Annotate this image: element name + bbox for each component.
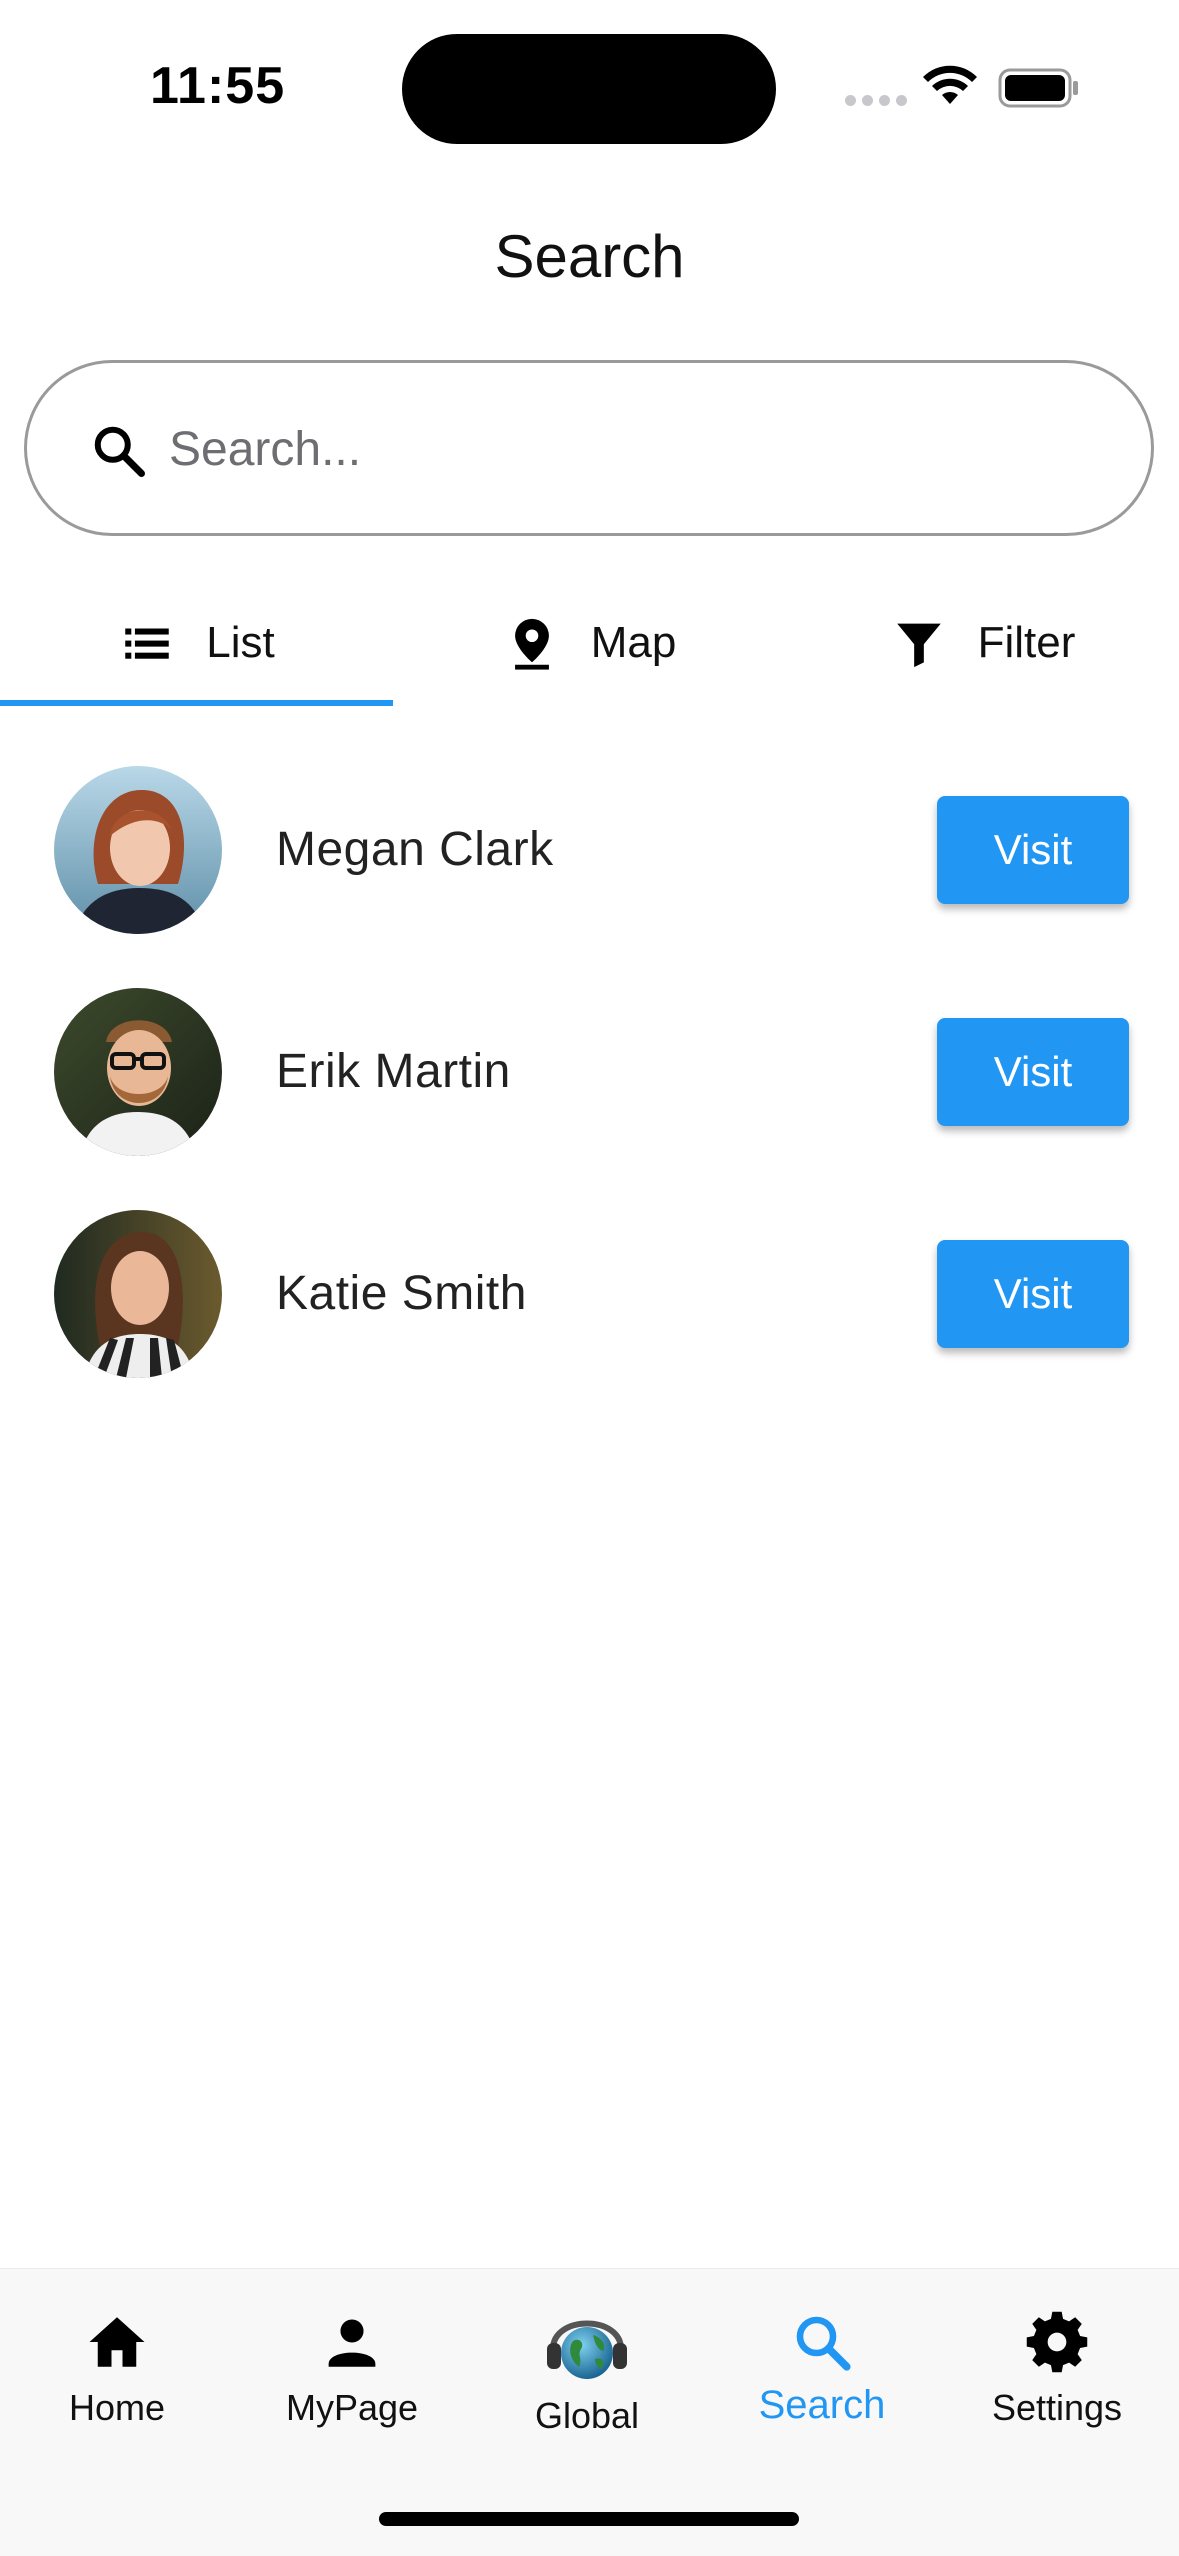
list-icon <box>125 628 169 659</box>
nav-label-mypage: MyPage <box>285 2387 419 2428</box>
search-bar[interactable] <box>24 360 1154 536</box>
status-bar: 11:55 <box>0 0 1179 160</box>
tab-list-label: List <box>206 618 275 667</box>
results-list: Megan Clark Visit Erik Martin Visit Kati… <box>0 742 1179 1408</box>
home-icon <box>89 2317 145 2367</box>
nav-item-settings[interactable]: Settings <box>957 2299 1157 2469</box>
status-time: 11:55 <box>150 57 286 115</box>
nav-item-home[interactable]: Home <box>17 2299 217 2469</box>
map-pin-icon <box>514 618 549 670</box>
nav-item-global[interactable]: Global <box>487 2299 687 2469</box>
nav-label-home: Home <box>68 2387 166 2428</box>
person-name: Megan Clark <box>276 823 554 876</box>
person-name: Katie Smith <box>276 1267 527 1320</box>
globe-headphones-icon <box>547 2320 627 2379</box>
tab-filter[interactable]: Filter <box>786 580 1179 706</box>
search-input[interactable] <box>169 403 1119 495</box>
visit-button[interactable]: Visit <box>937 796 1129 904</box>
nav-item-mypage[interactable]: MyPage <box>252 2299 452 2469</box>
home-indicator <box>379 2512 799 2526</box>
nav-label-search: Search <box>758 2383 886 2427</box>
avatar <box>54 988 222 1156</box>
search-icon <box>94 426 145 477</box>
nav-item-search[interactable]: Search <box>722 2299 922 2469</box>
avatar <box>54 766 222 934</box>
battery-icon <box>998 68 1078 108</box>
tab-map[interactable]: Map <box>393 580 786 706</box>
list-item: Erik Martin Visit <box>0 964 1179 1186</box>
tab-list[interactable]: List <box>0 580 393 706</box>
person-icon <box>328 2319 376 2367</box>
page-title: Search <box>494 223 685 290</box>
search-icon <box>796 2316 851 2371</box>
filter-icon <box>896 623 941 668</box>
cellular-signal-icon <box>845 95 907 106</box>
visit-button[interactable]: Visit <box>937 1240 1129 1348</box>
avatar <box>54 1210 222 1378</box>
tab-filter-label: Filter <box>977 618 1076 667</box>
tab-map-label: Map <box>590 618 677 667</box>
nav-label-global: Global <box>534 2395 640 2436</box>
person-name: Erik Martin <box>276 1045 511 1098</box>
list-item: Katie Smith Visit <box>0 1186 1179 1408</box>
nav-label-settings: Settings <box>991 2387 1123 2428</box>
dynamic-island <box>402 34 776 144</box>
visit-button[interactable]: Visit <box>937 1018 1129 1126</box>
list-item: Megan Clark Visit <box>0 742 1179 964</box>
view-tabs: List Map Filter <box>0 580 1179 706</box>
wifi-icon <box>923 65 977 104</box>
gear-icon <box>1026 2311 1088 2373</box>
